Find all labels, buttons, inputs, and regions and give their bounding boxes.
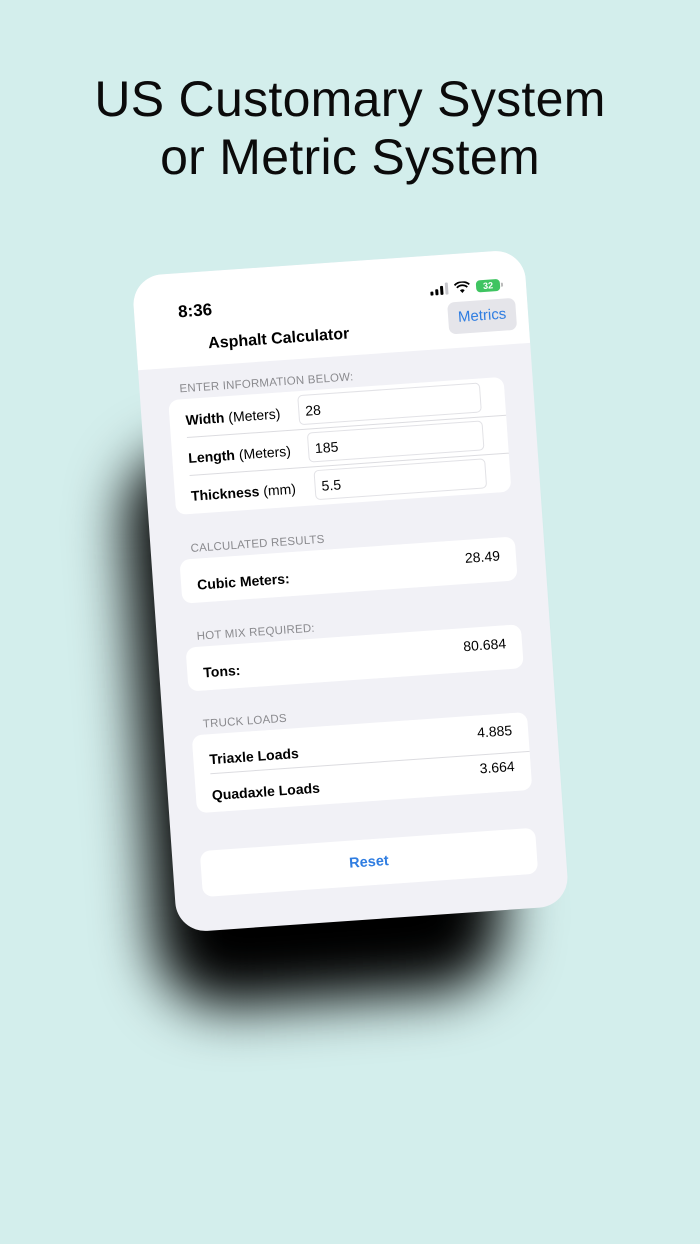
reset-button[interactable]: Reset: [199, 827, 539, 898]
triaxle-label: Triaxle Loads: [208, 745, 300, 768]
length-label: Length (Meters): [187, 442, 292, 466]
cubic-meters-label: Cubic Meters:: [196, 570, 291, 593]
cubic-meters-value: 28.49: [464, 547, 501, 566]
width-label: Width (Meters): [185, 405, 281, 429]
tons-value: 80.684: [462, 635, 507, 655]
thickness-label: Thickness (mm): [190, 480, 297, 504]
promo-page: US Customary System or Metric System 8:3…: [0, 0, 700, 1244]
quadaxle-label: Quadaxle Loads: [211, 779, 321, 804]
headline-line-2: or Metric System: [160, 129, 540, 185]
status-icons: 32: [430, 278, 501, 296]
headline-line-1: US Customary System: [94, 71, 606, 127]
cellular-signal-icon: [430, 282, 449, 296]
phone-screen: 8:36 32 Asphalt Calculator Metrics ENTER…: [131, 249, 570, 933]
promo-headline: US Customary System or Metric System: [0, 70, 700, 186]
quadaxle-value: 3.664: [479, 757, 516, 777]
triaxle-value: 4.885: [476, 722, 513, 741]
status-time: 8:36: [177, 299, 213, 322]
thickness-input[interactable]: 5.5: [313, 458, 488, 501]
input-card: Width (Meters) 28 Length (Meters) 185 Thic…: [168, 376, 512, 515]
nav-title: Asphalt Calculator: [207, 325, 350, 353]
battery-icon: 32: [475, 278, 501, 293]
truck-section-header: TRUCK LOADS: [202, 712, 288, 731]
metrics-button[interactable]: Metrics: [447, 297, 518, 335]
wifi-icon: [453, 280, 470, 293]
navigation-bar: 8:36 32 Asphalt Calculator Metrics: [131, 249, 531, 371]
tons-label: Tons:: [202, 661, 241, 681]
